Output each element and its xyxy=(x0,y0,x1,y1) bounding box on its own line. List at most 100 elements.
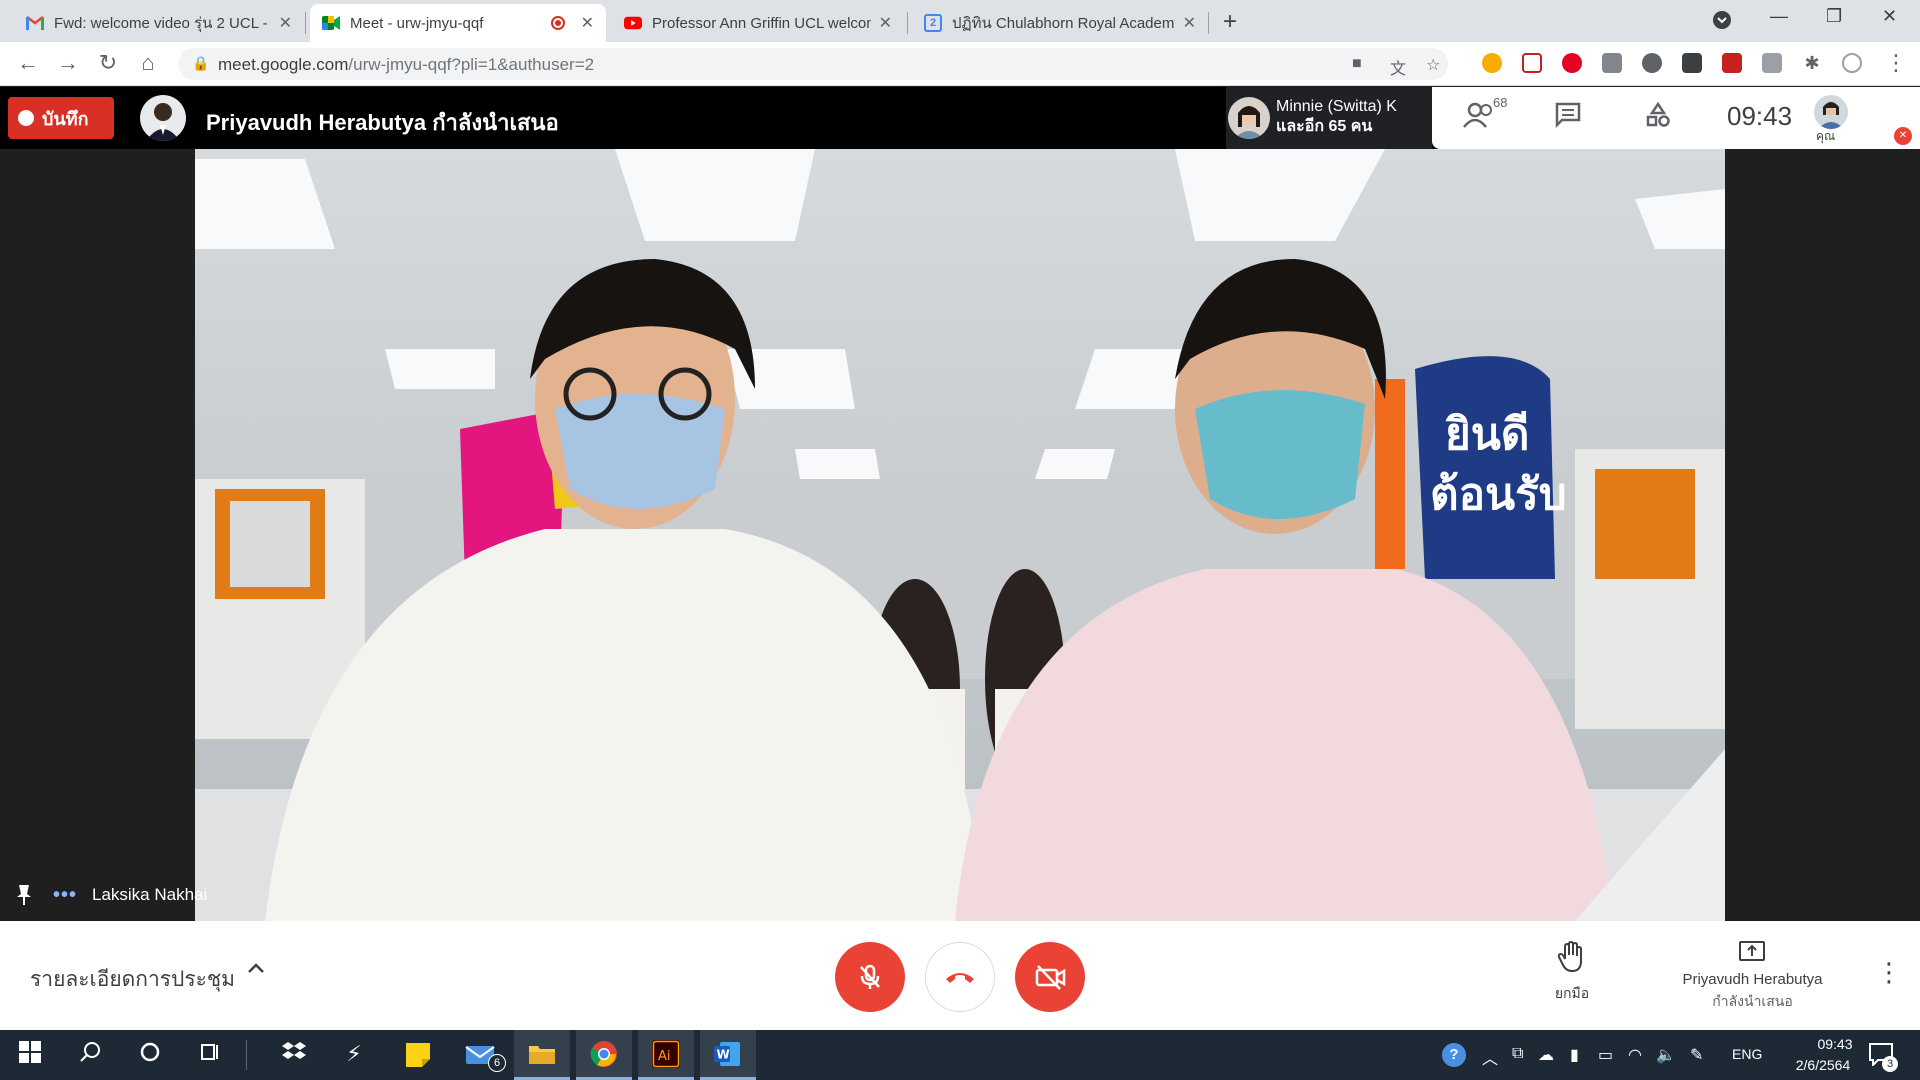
translate-icon[interactable]: 文 xyxy=(1390,55,1406,79)
word-app[interactable]: W xyxy=(700,1030,756,1080)
tab-calendar[interactable]: 2 ปฏิทิน Chulabhorn Royal Academy ✕ xyxy=(912,4,1208,42)
close-window-icon[interactable]: ✕ xyxy=(1882,6,1897,27)
raise-hand-icon[interactable] xyxy=(1556,940,1586,980)
tab-title: Meet - urw-jmyu-qqf xyxy=(350,14,484,32)
self-avatar[interactable] xyxy=(1814,95,1848,129)
meeting-clock: 09:43 xyxy=(1727,101,1793,131)
file-explorer-app[interactable] xyxy=(514,1030,570,1080)
tab-search-icon[interactable] xyxy=(1712,10,1732,35)
more-options-vertical-icon[interactable]: ⋮ xyxy=(1876,957,1902,988)
pen-icon[interactable]: ✎ xyxy=(1690,1045,1703,1065)
meet-top-bar: บันทึก Priyavudh Herabutya กำลังนำเสนอ M… xyxy=(0,87,1920,149)
restore-icon[interactable]: ❐ xyxy=(1826,6,1842,27)
camera-toggle-button[interactable] xyxy=(1015,942,1085,1012)
present-screen-icon[interactable] xyxy=(1738,939,1766,972)
windows-taskbar: ⚡ 6 Ai W ? ︿ ⧉ ☁ ▮ ▭ ◠ 🔈 ✎ ENG 09:43 2/6… xyxy=(0,1030,1920,1080)
leave-call-button[interactable] xyxy=(925,942,995,1012)
close-tab-icon[interactable]: ✕ xyxy=(279,13,292,33)
help-icon[interactable]: ? xyxy=(1442,1043,1466,1067)
search-icon[interactable] xyxy=(70,1041,110,1069)
screenshot-extension-icon[interactable] xyxy=(1762,53,1782,73)
presenting-button[interactable]: Priyavudh Herabutya กำลังนำเสนอ xyxy=(1650,971,1855,1013)
back-icon[interactable]: ← xyxy=(14,50,42,76)
windows-start-icon[interactable] xyxy=(10,1041,50,1069)
camera-off-icon xyxy=(1035,965,1066,990)
people-count-badge: 68 xyxy=(1493,95,1508,110)
lock-icon[interactable]: 🔒 xyxy=(192,55,209,72)
tab-divider xyxy=(907,12,908,34)
recording-badge[interactable]: บันทึก xyxy=(8,97,114,139)
browser-tab-strip: Fwd: welcome video รุ่น 2 UCL - k ✕ Meet… xyxy=(0,0,1920,42)
reload-icon[interactable]: ↻ xyxy=(94,50,122,76)
minimize-icon[interactable]: — xyxy=(1770,6,1788,27)
chat-icon[interactable] xyxy=(1554,101,1582,136)
extension-icon[interactable] xyxy=(1602,53,1622,73)
address-bar[interactable]: 🔒 meet.google.com/urw-jmyu-qqf?pli=1&aut… xyxy=(178,48,1448,80)
new-tab-button[interactable]: + xyxy=(1223,8,1237,36)
meeting-controls: รายละเอียดการประชุม ยกมือ Priyavudh Hera… xyxy=(0,921,1920,1030)
mcafee-extension-icon[interactable] xyxy=(1722,53,1742,73)
participant-name: Minnie (Switta) K และอีก 65 คน xyxy=(1276,98,1397,135)
svg-text:W: W xyxy=(717,1047,730,1061)
gmail-icon xyxy=(26,14,44,32)
close-tab-icon[interactable]: ✕ xyxy=(1183,13,1196,33)
onedrive-icon[interactable]: ☁ xyxy=(1538,1045,1554,1065)
forward-icon[interactable]: → xyxy=(54,50,82,76)
tab-title: ปฏิทิน Chulabhorn Royal Academy xyxy=(952,15,1175,32)
record-label: บันทึก xyxy=(42,108,89,129)
illustrator-app[interactable]: Ai xyxy=(638,1030,694,1080)
tile-participant-name: Laksika Nakhai xyxy=(92,885,208,904)
mail-app[interactable]: 6 xyxy=(452,1030,508,1080)
tab-title: Fwd: welcome video รุ่น 2 UCL - k xyxy=(54,15,271,32)
battery-icon[interactable]: ▭ xyxy=(1598,1045,1613,1065)
pin-icon[interactable] xyxy=(16,884,32,911)
wifi-icon[interactable]: ◠ xyxy=(1628,1045,1642,1065)
tray-app-icon[interactable]: ⧉ xyxy=(1512,1045,1523,1063)
task-view-icon[interactable] xyxy=(190,1041,230,1069)
camera-in-use-icon[interactable]: ■ xyxy=(1352,55,1362,73)
youtube-icon xyxy=(624,14,642,32)
chevron-up-icon[interactable]: ︿ xyxy=(1482,1045,1498,1069)
shield-extension-icon[interactable] xyxy=(1682,53,1702,73)
extensions-puzzle-icon[interactable]: ✱ xyxy=(1802,53,1822,73)
activities-icon[interactable] xyxy=(1644,101,1672,136)
classroom-scene-image: ยินดี ต้อนรับ xyxy=(195,149,1725,921)
cortana-icon[interactable] xyxy=(130,1041,170,1069)
tab-gmail[interactable]: Fwd: welcome video รุ่น 2 UCL - k ✕ xyxy=(14,4,304,42)
volume-icon[interactable]: 🔈 xyxy=(1656,1045,1676,1065)
raise-hand-label: ยกมือ xyxy=(1554,985,1590,1001)
app-lightning-icon[interactable]: ⚡ xyxy=(334,1041,374,1067)
meeting-details-button[interactable]: รายละเอียดการประชุม xyxy=(30,963,235,996)
mail-badge: 6 xyxy=(488,1054,506,1072)
tab-youtube[interactable]: Professor Ann Griffin UCL welcon ✕ xyxy=(612,4,904,42)
taskbar-time[interactable]: 09:43 xyxy=(1790,1036,1880,1052)
participant-preview[interactable]: Minnie (Switta) K และอีก 65 คน xyxy=(1226,87,1432,149)
people-icon[interactable] xyxy=(1462,101,1496,136)
tab-meet[interactable]: Meet - urw-jmyu-qqf ✕ xyxy=(310,4,606,42)
tab-title: Professor Ann Griffin UCL welcon xyxy=(652,14,871,32)
microphone-icon[interactable]: ▮ xyxy=(1570,1045,1579,1065)
mic-toggle-button[interactable] xyxy=(835,942,905,1012)
extension-icon[interactable] xyxy=(1642,53,1662,73)
close-tab-icon[interactable]: ✕ xyxy=(879,13,892,33)
calendar-icon: 2 xyxy=(924,14,942,32)
profile-icon[interactable] xyxy=(1842,53,1862,73)
chevron-up-icon[interactable] xyxy=(246,959,266,985)
cookie-extension-icon[interactable] xyxy=(1482,53,1502,73)
close-tab-icon[interactable]: ✕ xyxy=(581,13,594,33)
home-icon[interactable]: ⌂ xyxy=(134,50,162,76)
chrome-menu-icon[interactable]: ⋮ xyxy=(1882,50,1910,76)
dropbox-icon[interactable] xyxy=(274,1041,314,1069)
sticky-notes-app[interactable] xyxy=(390,1030,446,1080)
input-language[interactable]: ENG xyxy=(1732,1046,1762,1062)
folder-icon xyxy=(529,1045,555,1064)
bookmark-star-icon[interactable]: ☆ xyxy=(1426,55,1440,75)
taskbar-date[interactable]: 2/6/2564 xyxy=(1778,1057,1868,1073)
more-options-icon[interactable]: ••• xyxy=(53,884,77,907)
pocket-extension-icon[interactable] xyxy=(1522,53,1542,73)
presenter-avatar xyxy=(140,95,186,141)
participant-avatar xyxy=(1228,97,1270,139)
chrome-app[interactable] xyxy=(576,1030,632,1080)
pinterest-icon[interactable] xyxy=(1562,53,1582,73)
svg-text:ยินดี: ยินดี xyxy=(1445,409,1530,460)
